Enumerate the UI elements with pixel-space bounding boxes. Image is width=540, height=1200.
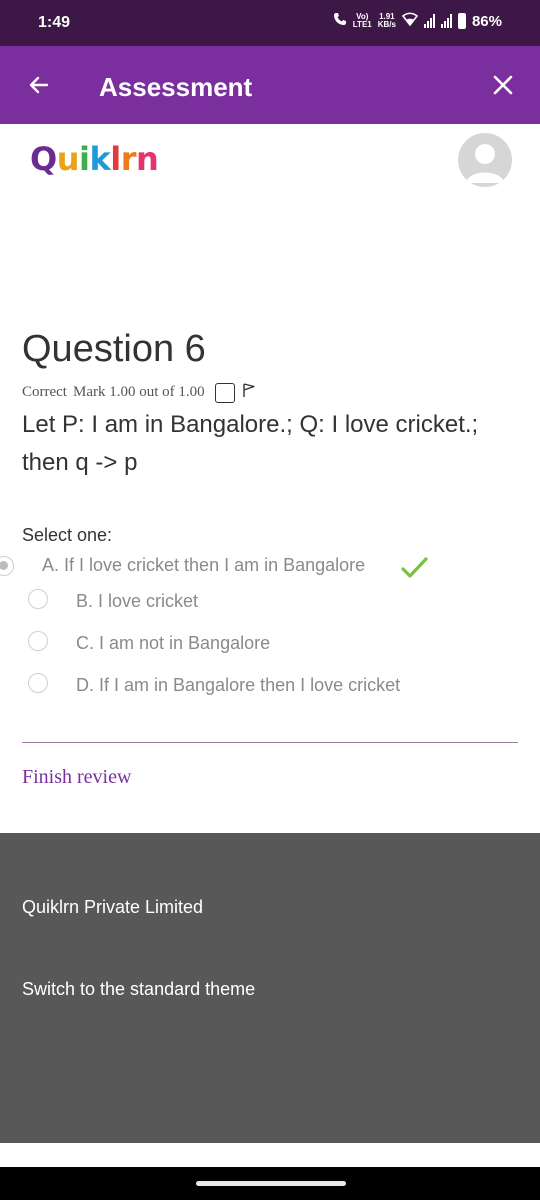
arrow-left-icon: [29, 76, 49, 94]
answer-option-a[interactable]: A. If I love cricket then I am in Bangal…: [0, 548, 540, 584]
status-time: 1:49: [38, 14, 71, 31]
status-icons: Vo) LTE1 1.91 KB/s 86%: [333, 12, 502, 30]
answer-label-b: B. I love cricket: [76, 591, 199, 611]
answer-radio-c[interactable]: [28, 631, 48, 651]
answer-option-c[interactable]: C. I am not in Bangalore: [0, 626, 540, 662]
page-title: Assessment: [99, 72, 253, 102]
logo-letter: u: [56, 140, 80, 178]
answer-label-a: A. If I love cricket then I am in Bangal…: [42, 555, 366, 575]
battery-percent: 86%: [471, 12, 502, 30]
question-info: Correct Mark 1.00 out of 1.00: [22, 382, 257, 403]
footer: Quiklrn Private Limited Switch to the st…: [0, 833, 540, 1143]
logo-letter: k: [89, 140, 111, 178]
network-indicator: Vo) LTE1: [352, 12, 372, 29]
question-state: Correct: [22, 384, 67, 400]
signal-icon: [423, 14, 435, 28]
question-text: Let P: I am in Bangalore.; Q: I love cri…: [22, 411, 479, 476]
answer-option-d[interactable]: D. If I am in Bangalore then I love cric…: [0, 668, 540, 704]
answer-radio-a[interactable]: [0, 556, 14, 576]
avatar[interactable]: [458, 133, 512, 187]
close-button[interactable]: [486, 68, 520, 102]
switch-theme-link[interactable]: Switch to the standard theme: [22, 979, 255, 1000]
divider: [22, 742, 518, 743]
answer-label-c: C. I am not in Bangalore: [76, 633, 271, 653]
answer-radio-b[interactable]: [28, 589, 48, 609]
wifi-icon: [401, 12, 419, 30]
app-bar: Assessment: [0, 46, 540, 124]
logo-letter: r: [120, 140, 137, 178]
logo-letter: Q: [30, 140, 57, 178]
speed-indicator: 1.91 KB/s: [377, 12, 396, 29]
flag-icon[interactable]: [241, 382, 257, 403]
finish-review-link[interactable]: Finish review: [22, 766, 131, 789]
answer-label-d: D. If I am in Bangalore then I love cric…: [76, 675, 401, 695]
flag-checkbox[interactable]: [214, 382, 235, 403]
answer-radio-d[interactable]: [28, 673, 48, 693]
user-icon: [466, 144, 504, 183]
status-bar: 1:49 Vo) LTE1 1.91 KB/s 86%: [0, 0, 540, 46]
select-one-label: Select one:: [22, 525, 113, 545]
logo-letter: n: [135, 140, 159, 178]
answer-option-b[interactable]: B. I love cricket: [0, 584, 540, 620]
close-icon: [493, 75, 513, 95]
logo-letter: l: [110, 140, 121, 178]
footer-company: Quiklrn Private Limited: [22, 897, 204, 917]
call-icon: [333, 12, 347, 30]
home-indicator[interactable]: [196, 1181, 346, 1186]
checkmark-icon: [400, 556, 428, 585]
battery-icon: [457, 13, 466, 29]
back-button[interactable]: [22, 68, 56, 102]
system-nav-bar: [0, 1167, 540, 1200]
question-title: Question 6: [22, 328, 206, 370]
logo-letter: i: [78, 140, 90, 178]
question-mark: Mark 1.00 out of 1.00: [72, 384, 205, 400]
quiklrn-logo[interactable]: Quiklrn: [30, 140, 159, 178]
signal-icon-2: [440, 14, 452, 28]
